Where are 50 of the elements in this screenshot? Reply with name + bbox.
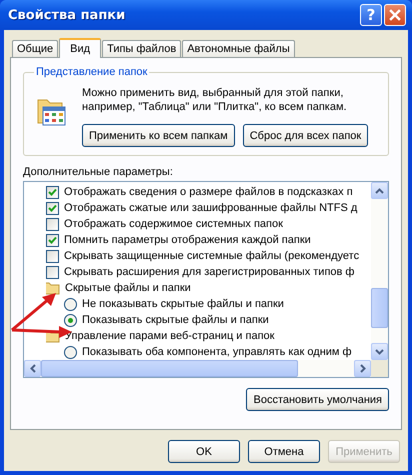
radio-button[interactable] [64,314,77,326]
radio-button[interactable] [64,346,77,358]
option-label: Скрытые файлы и папки [65,282,191,294]
chevron-up-icon [375,188,384,194]
scroll-thumb[interactable] [41,360,298,377]
help-button[interactable]: ? [360,4,382,26]
scroll-thumb[interactable] [371,288,388,328]
apply-button[interactable]: Сброс для всех папок [242,124,368,147]
checkbox[interactable] [46,234,59,246]
scroll-right-button[interactable] [354,360,371,377]
folder-icon [46,281,60,295]
group-title: Представление папок [35,66,148,78]
dialog-button[interactable]: Отмена [248,440,320,463]
option-label: Отображать сведения о размере файлов в подсказках п [64,186,353,198]
window-title: Свойства папки [8,8,126,22]
checkbox[interactable] [46,250,59,262]
checkbox[interactable] [46,202,59,214]
option-label: Отображать содержимое системных папок [64,218,283,230]
option-label: Скрывать защищенные системные файлы (рекомендуетс [64,250,360,262]
tab[interactable]: Вид [59,38,102,58]
option-label: Показывать оба компонента, управлять как одним ф [82,346,352,358]
chevron-right-icon [360,364,366,373]
option-label: Показывать скрытые файлы и папки [82,314,269,326]
dialog-button[interactable]: OK [168,440,240,463]
checkbox[interactable] [46,218,59,230]
apply-button[interactable]: Применить ко всем папкам [82,124,235,147]
restore-defaults-button[interactable]: Восстановить умолчания [246,388,389,411]
checkbox[interactable] [46,186,59,198]
option-label: Скрывать расширения для зарегистрированных типов ф [64,266,354,278]
checkbox[interactable] [46,266,59,278]
scrollbar-corner [371,360,388,377]
description-text: Можно применить вид, выбранный для этой папки, например, "Таблица" или "Плитка", ко всем папкам. [82,86,348,114]
scroll-down-button[interactable] [371,343,388,360]
tab[interactable]: Типы файлов [102,40,182,57]
close-button[interactable] [384,4,406,26]
chevron-down-icon [375,348,384,354]
section-label: Дополнительные параметры: [23,166,174,178]
option-label: Не показывать скрытые файлы и папки [82,298,284,310]
scroll-left-button[interactable] [24,360,41,377]
scroll-up-button[interactable] [371,182,388,199]
tab[interactable]: Общие [12,40,58,57]
chevron-left-icon [30,364,36,373]
option-label: Управление парами веб-страниц и папок [65,330,274,342]
radio-button[interactable] [64,298,77,310]
close-icon [388,8,402,22]
option-label: Отображать сжатые или зашифрованные файлы NTFS д [64,202,358,214]
tab[interactable]: Автономные файлы [182,40,295,57]
option-label: Помнить параметры отображения каждой папки [64,234,311,246]
horizontal-scrollbar[interactable] [24,360,371,377]
vertical-scrollbar[interactable] [371,182,388,360]
